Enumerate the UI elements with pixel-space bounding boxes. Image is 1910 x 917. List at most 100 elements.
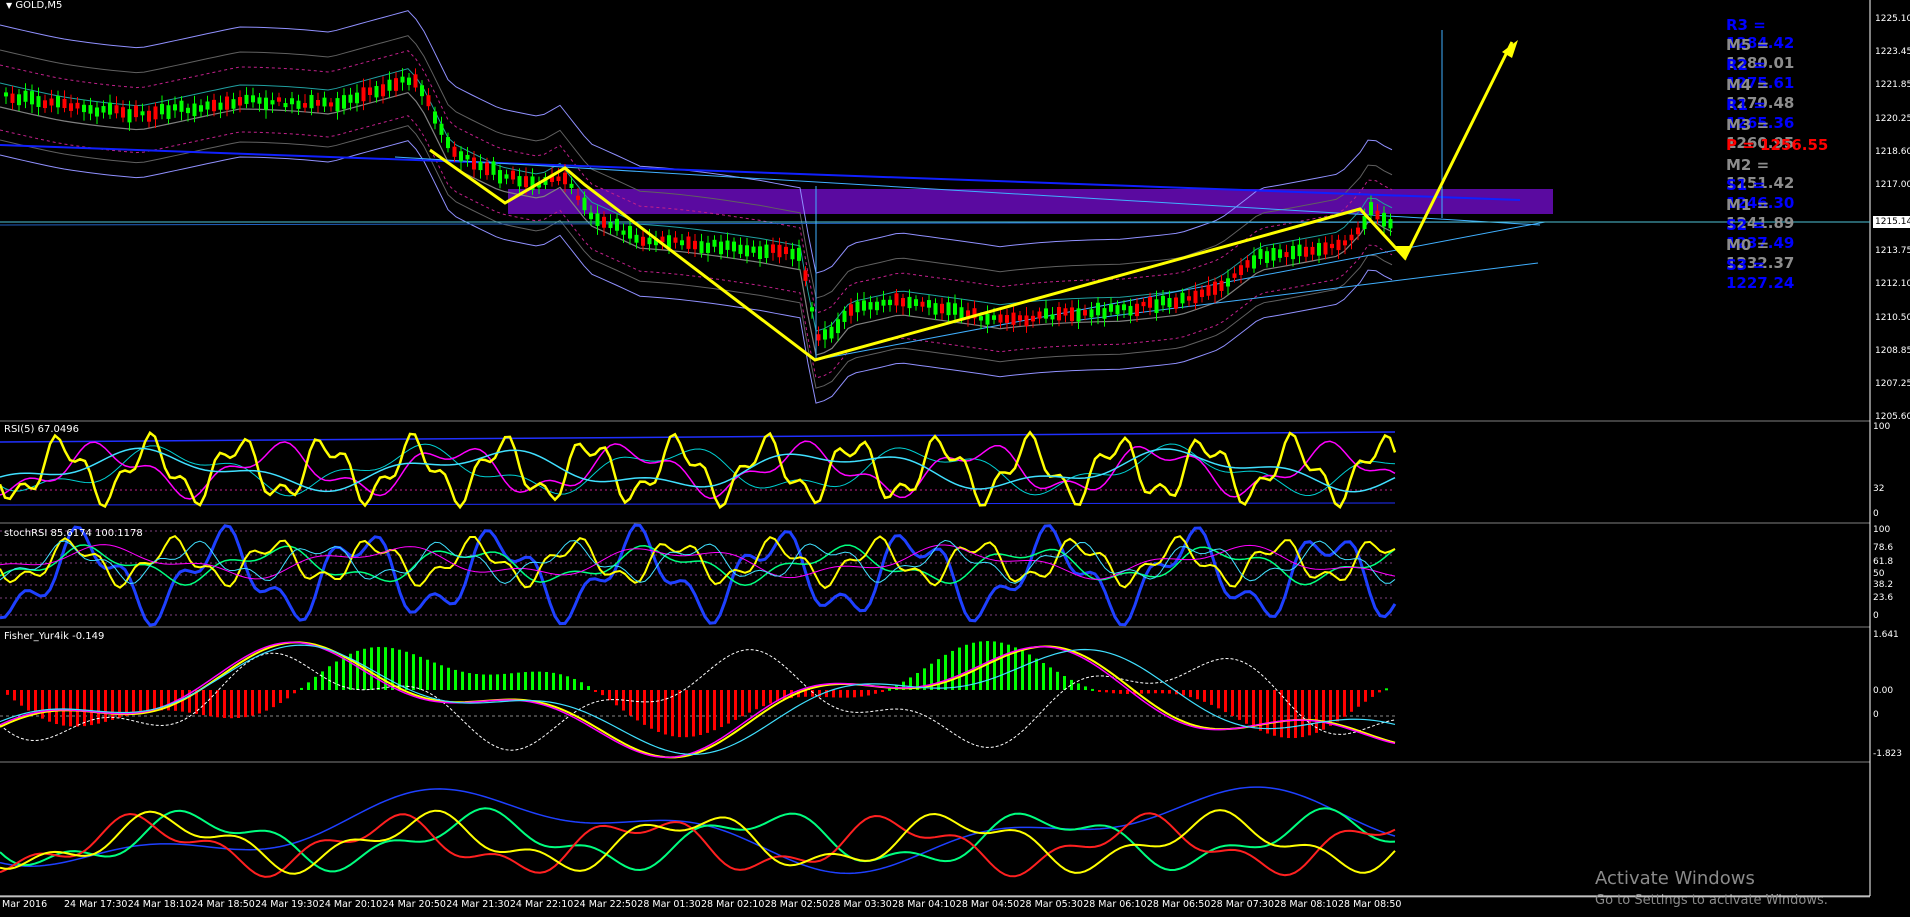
bullish-candle [160,103,164,115]
fisher-histogram-negative [69,690,72,727]
price-tick-label: 1210.50 [1875,312,1910,323]
time-tick-label: 24 Mar 20:10 [318,899,383,910]
bullish-candle [875,301,879,311]
bearish-candle [1343,240,1347,246]
bullish-candle [348,94,353,103]
fisher-histogram-positive [1021,650,1024,690]
bullish-candle [764,244,769,258]
bullish-candle [231,99,236,109]
fisher-histogram-positive [482,674,485,690]
rsi-smooth-line [0,447,1396,493]
rsi-band-top [0,431,1396,443]
fisher-histogram-positive [559,674,562,690]
time-tick-label: 24 Mar 22:10 [509,899,574,910]
fisher-histogram-positive [321,671,324,690]
bullish-candle [88,105,93,114]
fisher-histogram-negative [223,690,226,718]
fisher-histogram-negative [1238,690,1241,720]
price-tick-label: 1205.60 [1875,412,1910,423]
indicator-tick-label: 100 [1873,525,1891,535]
chart-title: ▼ GOLD,M5 [6,0,62,11]
bearish-candle [361,87,366,102]
chart-canvas[interactable] [0,0,1910,917]
time-tick-label: 28 Mar 06:50 [1146,899,1211,910]
bullish-candle [1291,245,1295,260]
bullish-candle [374,86,379,98]
bearish-candle [686,236,691,249]
fisher-histogram-negative [1161,690,1164,694]
bullish-candle [101,106,106,113]
bearish-candle [524,176,528,188]
fisher-histogram-positive [496,674,499,690]
bearish-candle [1375,210,1380,220]
bearish-candle [134,105,138,118]
bullish-candle [179,100,184,112]
fisher-histogram-negative [1245,690,1248,724]
bearish-candle [316,100,320,106]
bearish-candle [1031,315,1035,322]
time-tick-label: 28 Mar 08:10 [1274,899,1338,910]
fisher-histogram-positive [517,672,520,690]
bearish-candle [1200,289,1204,298]
bearish-candle [641,236,645,246]
bullish-candle [1076,308,1081,322]
bullish-candle [953,303,957,315]
indicator-tick-label: 23.6 [1873,593,1894,603]
fisher-histogram-negative [1308,690,1311,736]
time-tick-label: 28 Mar 05:30 [1019,899,1083,910]
indicator-tick-label: 0 [1873,509,1879,519]
fisher-histogram-negative [657,690,660,732]
bullish-candle [290,98,294,105]
fisher-histogram-negative [699,690,702,736]
time-tick-label: 24 Mar 18:50 [191,899,255,910]
fisher-histogram-positive [1035,658,1038,690]
fisher-histogram-negative [762,690,765,707]
bullish-candle [387,79,392,91]
fisher-histogram-positive [405,651,408,690]
fisher-histogram-positive [342,657,345,690]
bullish-candle [270,100,275,105]
fisher-histogram-negative [251,690,254,716]
fisher-histogram-negative [20,690,23,706]
bullish-candle [1096,302,1100,316]
bearish-candle [1024,315,1029,327]
dropdown-triangle-icon[interactable]: ▼ [6,1,12,10]
bullish-candle [355,92,359,104]
fisher-histogram-negative [1364,690,1367,702]
time-tick-label: 28 Mar 07:30 [1210,899,1275,910]
envelope-upper-dashed [0,50,1393,314]
bearish-candle [576,195,580,201]
fisher-histogram-negative [132,690,135,715]
bearish-candle [1005,315,1009,323]
time-tick-label: 24 Mar 20:50 [382,899,446,910]
fisher-histogram-negative [1371,690,1374,697]
bullish-candle [1128,305,1133,316]
fisher-histogram-negative [48,690,51,722]
fisher-histogram-negative [1196,690,1199,700]
time-tick-label: 24 Mar 17:30 [64,899,128,910]
fisher-histogram-negative [111,690,114,720]
bearish-candle [413,74,418,88]
fisher-histogram-positive [993,641,996,690]
fisher-histogram-positive [377,646,380,690]
bullish-candle [173,104,177,111]
bearish-candle [803,270,808,281]
bearish-candle [1037,311,1042,319]
fisher-histogram-negative [692,690,695,737]
bullish-candle [745,245,749,257]
bullish-candle [1369,202,1373,215]
bearish-candle [212,99,216,112]
fisher-histogram-negative [636,690,639,721]
price-tick-label: 1208.85 [1875,345,1910,356]
fisher-histogram-negative [832,690,835,698]
bullish-candle [823,329,827,340]
price-tick-label: 1225.10 [1875,14,1910,24]
fisher-histogram-negative [62,690,65,726]
fisher-histogram-negative [727,690,730,724]
bullish-candle [1226,278,1230,287]
fisher-histogram-positive [433,662,436,690]
fisher-histogram-positive [307,682,310,690]
fisher-histogram-negative [1322,690,1325,730]
fisher-histogram-negative [1154,690,1157,694]
fisher-histogram-negative [615,690,618,706]
